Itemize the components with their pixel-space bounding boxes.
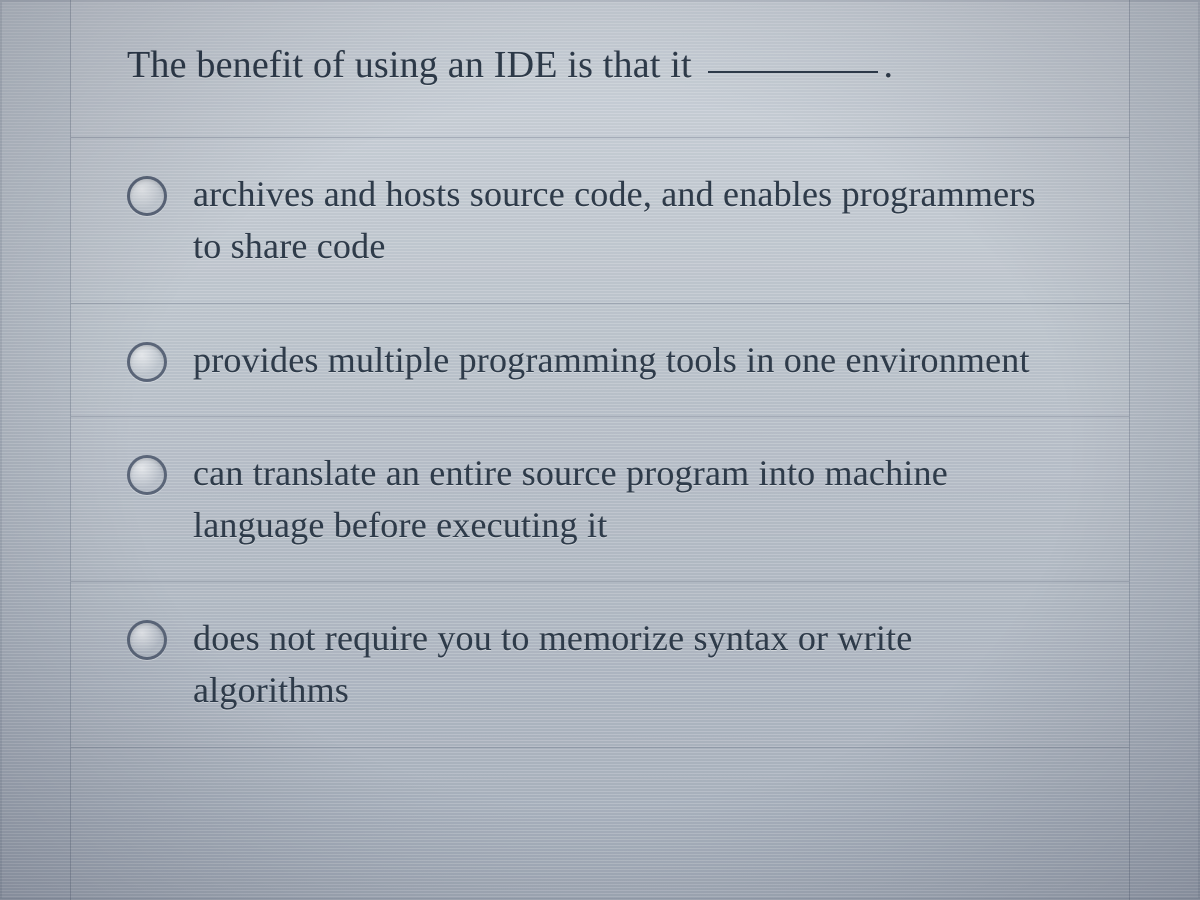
option-3[interactable]: can translate an entire source program i… [71, 417, 1129, 582]
option-1[interactable]: archives and hosts source code, and enab… [71, 138, 1129, 303]
quiz-card: The benefit of using an IDE is that it .… [70, 0, 1130, 900]
option-3-label: can translate an entire source program i… [193, 447, 1073, 551]
fill-in-blank [708, 48, 878, 73]
question-text: The benefit of using an IDE is that it . [127, 40, 1073, 91]
option-2-label: provides multiple programming tools in o… [193, 334, 1030, 386]
option-4-label: does not require you to memorize syntax … [193, 612, 1073, 716]
quiz-frame: The benefit of using an IDE is that it .… [0, 0, 1200, 900]
options-list: archives and hosts source code, and enab… [71, 138, 1129, 747]
radio-icon [127, 176, 167, 216]
question-block: The benefit of using an IDE is that it . [71, 0, 1129, 138]
question-stem-prefix: The benefit of using an IDE is that it [127, 44, 702, 86]
option-2[interactable]: provides multiple programming tools in o… [71, 304, 1129, 417]
radio-icon [127, 620, 167, 660]
question-stem-suffix: . [884, 44, 894, 86]
option-4[interactable]: does not require you to memorize syntax … [71, 582, 1129, 747]
radio-icon [127, 342, 167, 382]
option-1-label: archives and hosts source code, and enab… [193, 168, 1073, 272]
radio-icon [127, 455, 167, 495]
